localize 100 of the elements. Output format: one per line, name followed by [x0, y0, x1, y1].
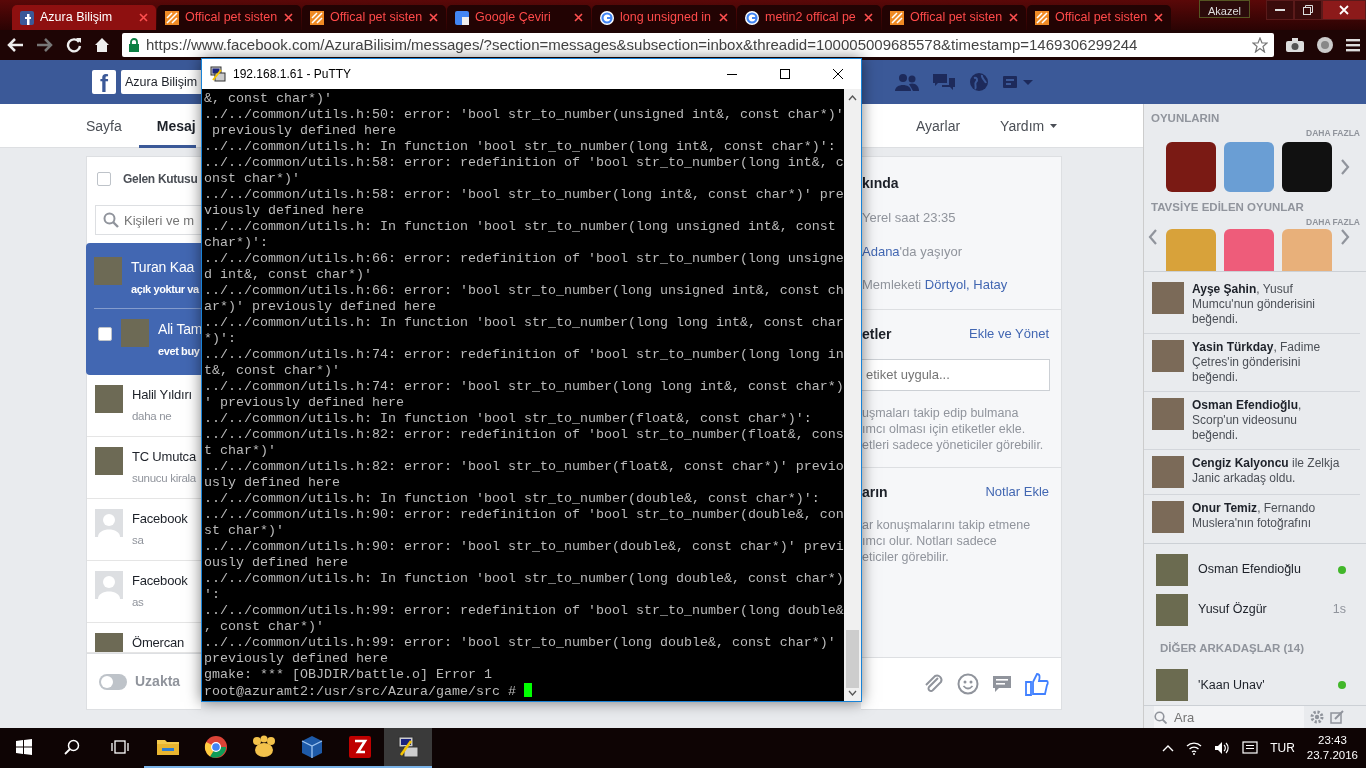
- city-link[interactable]: Adana: [862, 243, 900, 259]
- conversation-item[interactable]: Halil Yıldırı daha ne: [87, 375, 201, 437]
- scrollbar-thumb[interactable]: [846, 630, 859, 688]
- restore-button[interactable]: [1294, 0, 1322, 20]
- chat-search-field[interactable]: Ara: [1154, 706, 1304, 728]
- search-field[interactable]: Kişileri ve m: [95, 205, 201, 235]
- star-icon[interactable]: [1252, 37, 1268, 53]
- avatar-photo: [121, 319, 149, 347]
- checkbox[interactable]: [97, 172, 111, 186]
- browser-tab[interactable]: Offical pet sisten: [302, 5, 446, 30]
- sticker-icon[interactable]: [991, 673, 1013, 694]
- conversation-item[interactable]: Ömercan: [87, 623, 201, 653]
- conversation-item[interactable]: TC Umutca sunucu kirala: [87, 437, 201, 499]
- checkbox[interactable]: [98, 327, 112, 341]
- chat-contact[interactable]: Yusuf Özgür 1s: [1144, 589, 1366, 630]
- nav-tab[interactable]: Mesaj: [138, 104, 196, 148]
- taskbar-app[interactable]: [384, 728, 432, 768]
- terminal-line: previously defined here: [211, 123, 397, 139]
- volume-icon[interactable]: [1214, 741, 1231, 755]
- notification-icon[interactable]: [1242, 741, 1259, 755]
- scrollbar[interactable]: [844, 89, 861, 701]
- forward-icon[interactable]: [36, 37, 54, 53]
- contact-name: Turan Kaa: [131, 258, 196, 277]
- conversation-item[interactable]: Ali Tam evet buy: [94, 309, 201, 371]
- game-tile[interactable]: [1282, 229, 1332, 271]
- search-icon[interactable]: [64, 739, 80, 755]
- clock[interactable]: 23:43 23.7.2016: [1306, 733, 1358, 763]
- avatar-photo: [1152, 397, 1184, 430]
- activity-text[interactable]: Cengiz Kalyoncu ile Zelkja Janic arkadaş oldu.: [1192, 455, 1346, 488]
- browser-tab[interactable]: Offical pet sisten: [882, 5, 1026, 30]
- chevron-left-icon[interactable]: [1148, 229, 1158, 246]
- extension-icon[interactable]: [1316, 36, 1334, 54]
- close-icon[interactable]: [574, 13, 583, 22]
- lock-icon: [128, 38, 140, 52]
- conversation-item[interactable]: Turan Kaa açık yoktur va: [94, 247, 201, 309]
- game-tile[interactable]: [1224, 229, 1274, 271]
- browser-tab[interactable]: Offical pet sisten: [157, 5, 301, 30]
- smiley-icon[interactable]: [957, 672, 979, 695]
- tag-field[interactable]: etiket uygula...: [862, 358, 1050, 391]
- terminal-icon: [396, 735, 420, 759]
- wifi-icon[interactable]: [1186, 741, 1203, 755]
- browser-tab[interactable]: Offical pet sisten: [1027, 5, 1171, 30]
- toggle-switch[interactable]: [99, 673, 127, 690]
- hometown-link[interactable]: Dörtyol, Hatay: [924, 277, 1008, 292]
- search-field[interactable]: Azura Bilişim: [121, 70, 201, 94]
- close-icon[interactable]: [139, 13, 148, 22]
- thumbs-up-icon[interactable]: [1025, 671, 1049, 696]
- activity-text[interactable]: Onur Temiz, Fernando Muslera'nın fotoğrafını: [1192, 500, 1346, 533]
- close-icon[interactable]: [1154, 13, 1163, 22]
- close-icon[interactable]: [429, 13, 438, 22]
- section-title: kında: [862, 174, 900, 193]
- start-icon[interactable]: [16, 739, 32, 755]
- home-icon[interactable]: [94, 37, 110, 53]
- game-tile[interactable]: [1282, 141, 1332, 192]
- folder-label[interactable]: Gelen Kutusu: [123, 170, 198, 188]
- back-icon[interactable]: [6, 37, 24, 53]
- paw-icon: [252, 735, 276, 759]
- terminal-line: previously defined here: [204, 651, 389, 667]
- conversation-item[interactable]: Facebook as: [87, 561, 201, 623]
- scroll-up-icon[interactable]: [848, 95, 857, 101]
- chevron-right-icon[interactable]: [1340, 229, 1350, 246]
- chevron-up-icon[interactable]: [1162, 744, 1175, 752]
- browser-tab[interactable]: metin2 offical pe: [737, 5, 881, 30]
- settings-icon[interactable]: [1310, 710, 1324, 724]
- compose-icon[interactable]: [1330, 710, 1344, 724]
- nav-link[interactable]: Ayarlar: [916, 104, 961, 148]
- browser-tab[interactable]: long unsigned in: [592, 5, 736, 30]
- address-bar[interactable]: https://www.facebook.com/AzuraBilisim/messages/?section=messages&subsection=inbox&threadid=100005009685578&timestamp=1469306299244: [122, 33, 1274, 57]
- close-icon[interactable]: [864, 13, 873, 22]
- activity-text[interactable]: Osman Efendioğlu, Scorp'un videosunu beğendi.: [1192, 397, 1346, 443]
- activity-text[interactable]: Yasin Türkday, Fadime Çetres'in gönderisini beğendi.: [1192, 339, 1346, 385]
- close-button[interactable]: [1322, 0, 1366, 20]
- chevron-right-icon[interactable]: [1340, 158, 1350, 175]
- terminal-line: onst char*)': [204, 171, 301, 187]
- browser-tab[interactable]: Google Çeviri: [447, 5, 591, 30]
- camera-icon[interactable]: [1286, 38, 1304, 52]
- menu-icon[interactable]: [1346, 38, 1360, 52]
- conversation-item[interactable]: Facebook sa: [87, 499, 201, 561]
- reload-icon[interactable]: [66, 37, 82, 53]
- chat-contact[interactable]: Osman Efendioğlu: [1144, 549, 1366, 590]
- close-icon[interactable]: [719, 13, 728, 22]
- scroll-down-icon[interactable]: [848, 690, 857, 696]
- chat-contact[interactable]: 'Kaan Unav': [1144, 665, 1366, 705]
- close-icon[interactable]: [284, 13, 293, 22]
- task-view-icon[interactable]: [110, 739, 130, 755]
- game-tile[interactable]: [1166, 141, 1216, 192]
- nav-tab[interactable]: Sayfa: [86, 104, 122, 148]
- close-icon[interactable]: [1009, 13, 1018, 22]
- action-link[interactable]: Ekle ve Yönet: [969, 324, 1049, 344]
- browser-tab[interactable]: Azura Bilişim: [12, 5, 156, 30]
- language-indicator[interactable]: TUR: [1270, 739, 1295, 757]
- nav-link[interactable]: Yardım: [1000, 104, 1058, 148]
- profile-button[interactable]: Akazel: [1198, 0, 1250, 18]
- activity-text[interactable]: Ayşe Şahin, Yusuf Mumcu'nun gönderisini beğendi.: [1192, 281, 1346, 327]
- minimize-button[interactable]: [1266, 0, 1294, 20]
- logo[interactable]: f: [92, 70, 116, 94]
- action-link[interactable]: Notlar Ekle: [985, 482, 1049, 502]
- game-tile[interactable]: [1224, 141, 1274, 192]
- game-tile[interactable]: [1166, 229, 1216, 271]
- paperclip-icon[interactable]: [923, 672, 945, 695]
